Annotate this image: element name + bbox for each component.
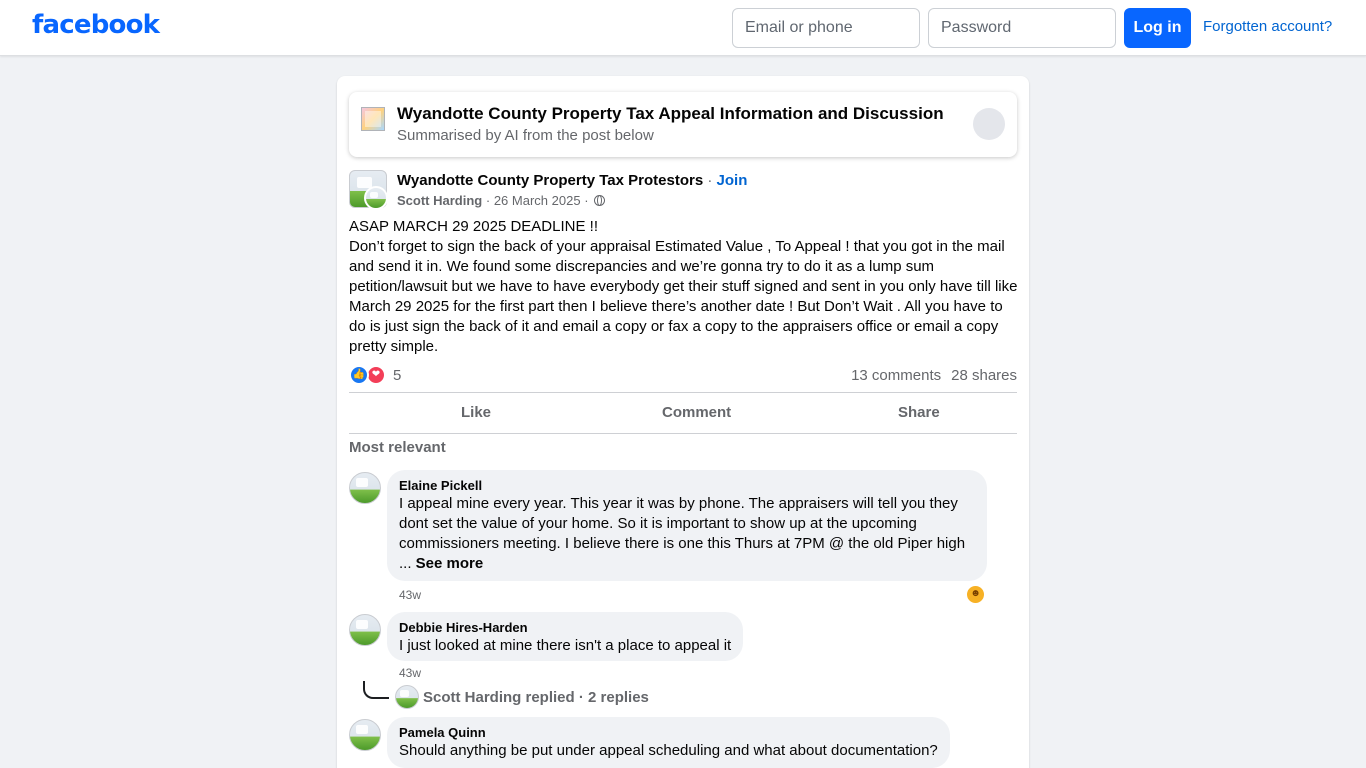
comments-count-link[interactable]: 13 comments bbox=[851, 367, 941, 384]
separator: · bbox=[485, 193, 491, 208]
top-bar: facebook Log in Forgotten account? bbox=[0, 0, 1366, 56]
reaction-count: 5 bbox=[393, 367, 402, 384]
comment-text: Should anything be put under appeal sche… bbox=[399, 742, 938, 759]
commenter-name[interactable]: Elaine Pickell bbox=[399, 478, 975, 494]
thumbs-up-icon: 👍 bbox=[349, 365, 369, 385]
broken-image-icon bbox=[361, 107, 385, 131]
avatar[interactable] bbox=[349, 719, 381, 751]
comment-timestamp[interactable]: 43w bbox=[399, 588, 421, 602]
forgotten-account-link[interactable]: Forgotten account? bbox=[1203, 18, 1332, 35]
see-more-link[interactable]: See more bbox=[416, 555, 484, 572]
email-field[interactable] bbox=[732, 8, 920, 48]
comment-timestamp[interactable]: 43w bbox=[399, 666, 421, 680]
ai-summary-box[interactable]: Wyandotte County Property Tax Appeal Inf… bbox=[349, 92, 1017, 157]
haha-emoji-icon[interactable]: ☻ bbox=[966, 585, 985, 604]
heart-icon: ❤ bbox=[366, 365, 386, 385]
join-link[interactable]: Join bbox=[717, 172, 748, 189]
reply-connector bbox=[363, 681, 389, 699]
comment-text: I just looked at mine there isn't a plac… bbox=[399, 637, 732, 654]
group-name-row: Wyandotte County Property Tax Protestors… bbox=[397, 172, 747, 189]
facebook-logo[interactable]: facebook bbox=[32, 10, 160, 40]
ai-summary-subtitle: Summarised by AI from the post below bbox=[397, 127, 654, 144]
ai-summary-title: Wyandotte County Property Tax Appeal Inf… bbox=[397, 104, 944, 123]
post-text-headline: ASAP MARCH 29 2025 DEADLINE !! bbox=[349, 218, 598, 235]
comment-bubble: Debbie Hires-Harden I just looked at min… bbox=[387, 612, 744, 661]
commenter-name[interactable]: Pamela Quinn bbox=[399, 725, 938, 741]
ai-summary-action-button[interactable] bbox=[973, 108, 1005, 140]
divider bbox=[349, 392, 1017, 393]
post-counts: 13 comments 28 shares bbox=[851, 367, 1017, 384]
divider bbox=[349, 433, 1017, 434]
avatar[interactable] bbox=[349, 472, 381, 504]
author-avatar[interactable] bbox=[364, 186, 388, 210]
post-text-body: Don’t forget to sign the back of your ap… bbox=[349, 238, 1018, 355]
comment-bubble: Pamela Quinn Should anything be put unde… bbox=[387, 717, 950, 768]
comments-filter-dropdown[interactable]: Most relevant bbox=[349, 439, 446, 456]
separator: · bbox=[584, 193, 589, 208]
separator: · bbox=[707, 172, 713, 189]
view-replies-link[interactable]: Scott Harding replied · 2 replies bbox=[423, 689, 649, 706]
globe-icon bbox=[594, 195, 606, 206]
commenter-name[interactable]: Debbie Hires-Harden bbox=[399, 620, 731, 636]
shares-count-link[interactable]: 28 shares bbox=[951, 367, 1017, 384]
comment-text: I appeal mine every year. This year it w… bbox=[399, 494, 975, 574]
avatar[interactable] bbox=[349, 614, 381, 646]
share-button[interactable]: Share bbox=[898, 404, 940, 421]
like-button[interactable]: Like bbox=[461, 404, 491, 421]
login-button[interactable]: Log in bbox=[1124, 8, 1191, 48]
comment-body: I appeal mine every year. This year it w… bbox=[399, 495, 966, 552]
group-name-link[interactable]: Wyandotte County Property Tax Protestors bbox=[397, 172, 703, 189]
post-meta: Scott Harding · 26 March 2025 · bbox=[397, 193, 606, 208]
comment-button[interactable]: Comment bbox=[662, 404, 731, 421]
password-field[interactable] bbox=[928, 8, 1116, 48]
post-text: ASAP MARCH 29 2025 DEADLINE !! Don’t for… bbox=[349, 217, 1021, 357]
comment-bubble: Elaine Pickell I appeal mine every year.… bbox=[387, 470, 987, 581]
post-date-link[interactable]: 26 March 2025 bbox=[494, 193, 581, 208]
ellipsis: ... bbox=[399, 555, 416, 572]
reply-avatar bbox=[395, 685, 419, 709]
author-name-link[interactable]: Scott Harding bbox=[397, 193, 482, 208]
